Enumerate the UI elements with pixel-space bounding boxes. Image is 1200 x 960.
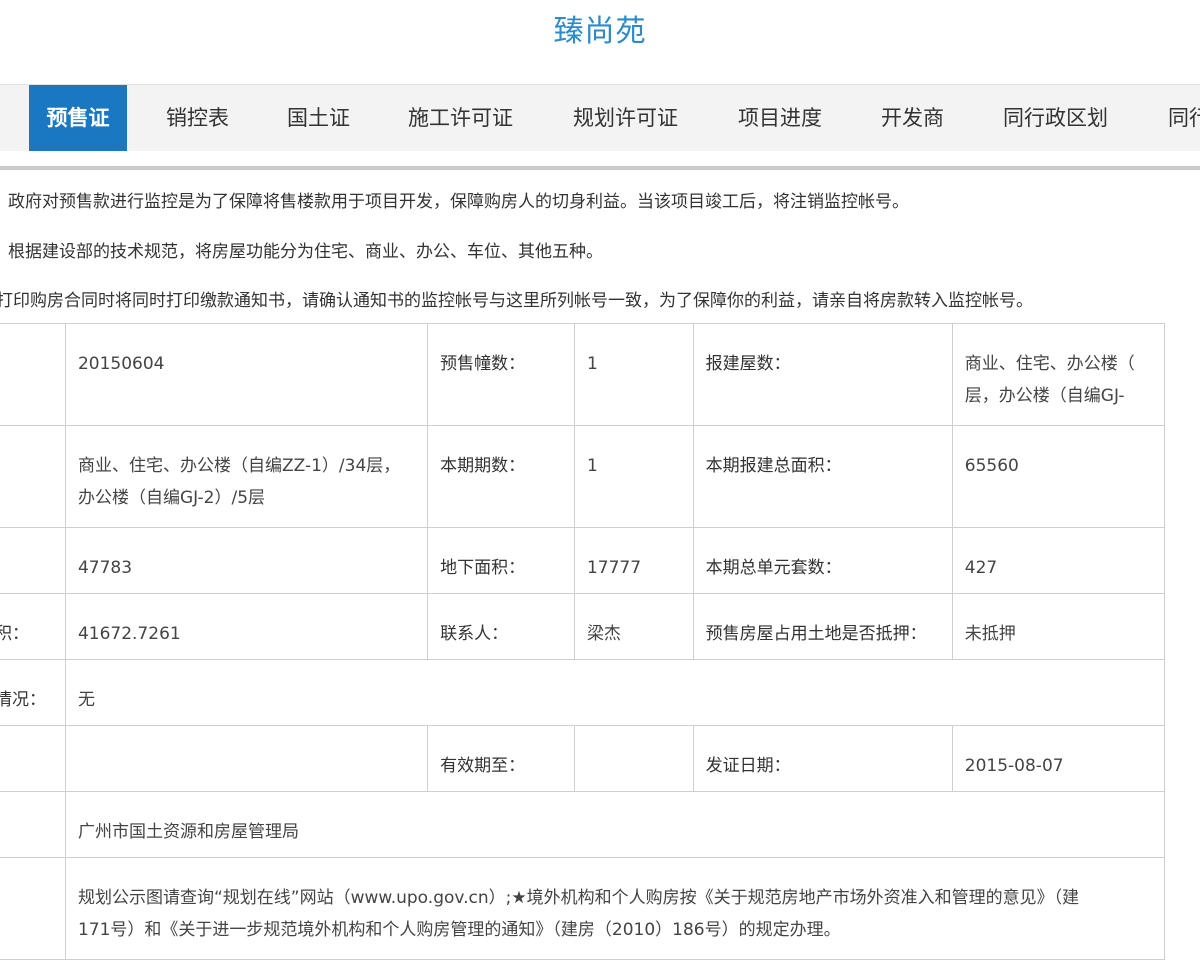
value-cell: 47783 <box>64 527 429 594</box>
table-row: 有效期至： 发证日期： 2015-08-07 <box>0 725 1166 792</box>
tab-planning-permit[interactable]: 规划许可证 <box>573 85 678 151</box>
label-cell: 面积： <box>0 593 66 660</box>
value-cell: 41672.7261 <box>64 593 429 660</box>
value-cell: 427 <box>951 527 1166 594</box>
label-cell: 积情况： <box>0 659 66 726</box>
notice-line: 打印购房合同时将同时打印缴款通知书，请确认通知书的监控帐号与这里所列帐号一致，为… <box>0 291 1033 311</box>
label-cell: 联系人： <box>427 593 575 660</box>
value-cell: 20150604 <box>64 323 429 426</box>
label-cell: 发证日期： <box>692 725 953 792</box>
table-row: 广州市国土资源和房屋管理局 <box>0 791 1166 858</box>
table-row: 面积： 41672.7261 联系人： 梁杰 预售房屋占用土地是否抵押： 未抵押 <box>0 593 1166 660</box>
presale-info-table: 20150604 预售幢数： 1 报建屋数： 商业、住宅、办公楼（ 层，办公楼（自… <box>0 323 1166 960</box>
label-cell <box>0 857 66 960</box>
value-cell: 规划公示图请查询“规划在线”网站（www.upo.gov.cn）;★境外机构和个… <box>64 857 1166 960</box>
value-cell: 未抵押 <box>951 593 1166 660</box>
tab-bar: 预售证 销控表 国土证 施工许可证 规划许可证 项目进度 开发商 同行政区划 同… <box>0 84 1200 151</box>
table-row: 商业、住宅、办公楼（自编ZZ-1）/34层， 办公楼（自编GJ-2）/5层 本期期… <box>0 425 1166 528</box>
table-row: 20150604 预售幢数： 1 报建屋数： 商业、住宅、办公楼（ 层，办公楼（自… <box>0 323 1166 426</box>
tab-same-district[interactable]: 同行政区划 <box>1003 85 1108 151</box>
label-cell <box>0 791 66 858</box>
tab-developer[interactable]: 开发商 <box>881 85 944 151</box>
value-cell: 1 <box>573 323 694 426</box>
tab-same-partial[interactable]: 同行 <box>1168 85 1200 151</box>
tab-land-certificate[interactable]: 国土证 <box>287 85 350 151</box>
notice-line: 根据建设部的技术规范，将房屋功能分为住宅、商业、办公、车位、其他五种。 <box>8 242 603 262</box>
label-cell <box>0 527 66 594</box>
cell-line: 办公楼（自编GJ-2）/5层 <box>77 488 266 508</box>
label-cell: 预售幢数： <box>427 323 575 426</box>
label-cell: 报建屋数： <box>692 323 953 426</box>
cell-line: 171号）和《关于进一步规范境外机构和个人购房管理的通知》（建房（2010）18… <box>77 920 841 940</box>
divider <box>0 166 1200 170</box>
value-cell <box>573 725 694 792</box>
table-row: 47783 地下面积： 17777 本期总单元套数： 427 <box>0 527 1166 594</box>
value-cell: 无 <box>64 659 1166 726</box>
label-cell: 有效期至： <box>427 725 575 792</box>
tab-sales-control[interactable]: 销控表 <box>166 85 229 151</box>
value-cell: 17777 <box>573 527 694 594</box>
value-cell <box>64 725 429 792</box>
value-cell: 商业、住宅、办公楼（ 层，办公楼（自编GJ- <box>951 323 1166 426</box>
tab-construction-permit[interactable]: 施工许可证 <box>408 85 513 151</box>
label-cell: 预售房屋占用土地是否抵押： <box>692 593 953 660</box>
label-cell: 本期报建总面积： <box>692 425 953 528</box>
label-cell: 地下面积： <box>427 527 575 594</box>
value-cell: 1 <box>573 425 694 528</box>
tab-presale-permit[interactable]: 预售证 <box>29 85 127 151</box>
tab-project-progress[interactable]: 项目进度 <box>738 85 822 151</box>
label-cell <box>0 725 66 792</box>
label-cell <box>0 323 66 426</box>
label-cell: 本期总单元套数： <box>692 527 953 594</box>
table-row: 积情况： 无 <box>0 659 1166 726</box>
cell-line: 层，办公楼（自编GJ- <box>964 386 1125 406</box>
value-cell: 65560 <box>951 425 1166 528</box>
page-title: 臻尚苑 <box>553 14 647 49</box>
label-cell: 本期期数： <box>427 425 575 528</box>
table-row: 规划公示图请查询“规划在线”网站（www.upo.gov.cn）;★境外机构和个… <box>0 857 1166 960</box>
value-cell: 2015-08-07 <box>951 725 1166 792</box>
value-cell: 梁杰 <box>573 593 694 660</box>
value-cell: 广州市国土资源和房屋管理局 <box>64 791 1166 858</box>
notice-line: 政府对预售款进行监控是为了保障将售楼款用于项目开发，保障购房人的切身利益。当该项… <box>8 192 909 212</box>
value-cell: 商业、住宅、办公楼（自编ZZ-1）/34层， 办公楼（自编GJ-2）/5层 <box>64 425 429 528</box>
label-cell <box>0 425 66 528</box>
